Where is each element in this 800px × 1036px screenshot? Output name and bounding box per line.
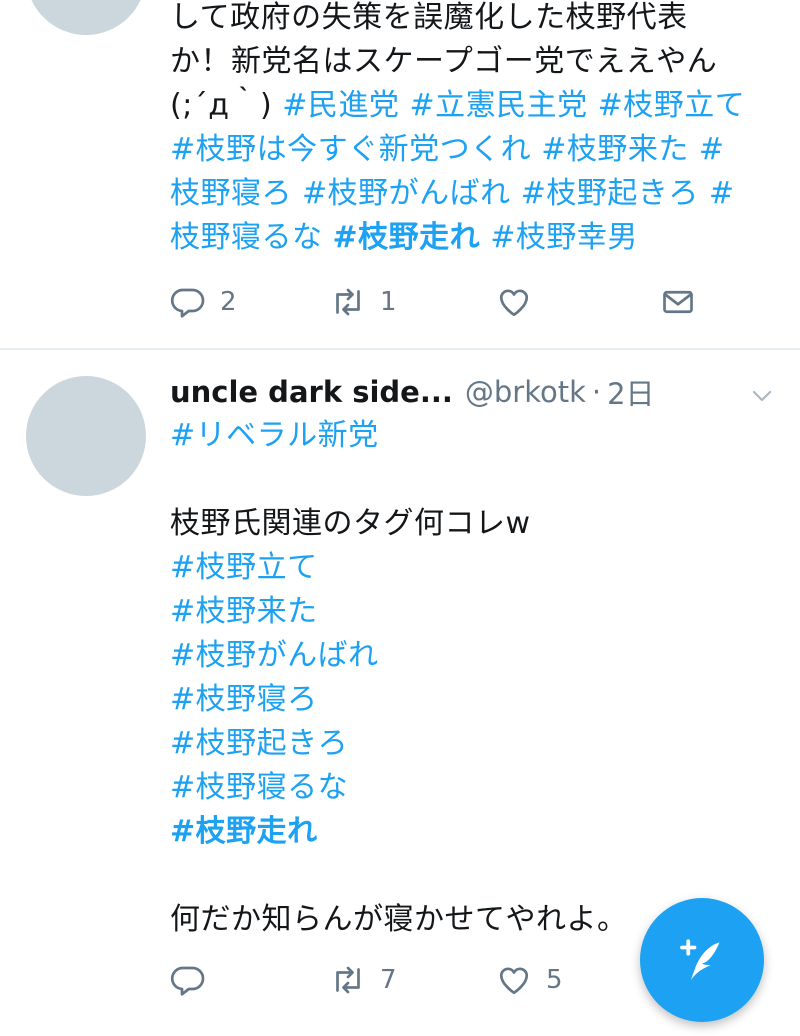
- hashtag-link[interactable]: #枝野立て: [170, 550, 318, 585]
- avatar[interactable]: [26, 0, 146, 35]
- retweet-button[interactable]: 7: [330, 956, 397, 1004]
- hashtag-link[interactable]: #枝野起きろ: [521, 176, 699, 211]
- text-line: 枝野寝ろ #枝野がんばれ #枝野起きろ #: [170, 172, 772, 216]
- reply-icon: [170, 288, 205, 318]
- hashtag-link[interactable]: #枝野起きろ: [170, 726, 348, 761]
- text-segment: [511, 176, 521, 211]
- retweet-icon: [336, 288, 360, 316]
- text-segment: [480, 220, 490, 255]
- hashtag-link[interactable]: #枝野は今すぐ新党つくれ: [170, 132, 531, 167]
- text-segment: [588, 88, 598, 123]
- hashtag-link[interactable]: #枝野来た: [170, 594, 318, 629]
- text-line: 枝野氏関連のタグ何コレw: [170, 502, 772, 546]
- reply-button[interactable]: [170, 956, 220, 1004]
- text-line: #枝野寝るな: [170, 766, 772, 810]
- hashtag-link[interactable]: #: [699, 132, 725, 167]
- direct-message-button[interactable]: [660, 278, 696, 326]
- hashtag-link[interactable]: #枝野立て: [598, 88, 746, 123]
- tweet-1[interactable]: して政府の失策を誤魔化した枝野代表 か！新党名はスケープゴー党でええやん (;´д｀…: [0, 0, 800, 350]
- tweet-text: して政府の失策を誤魔化した枝野代表 か！新党名はスケープゴー党でええやん (;´д｀…: [170, 0, 772, 260]
- hashtag-link[interactable]: 枝野寝ろ: [170, 176, 292, 211]
- retweet-icon: [336, 966, 360, 994]
- text-segment: か！新党名はスケープゴー党でええやん: [170, 44, 718, 79]
- hashtag-link[interactable]: #枝野来た: [541, 132, 689, 167]
- envelope-icon: [663, 290, 693, 314]
- text-line: #枝野起きろ: [170, 722, 772, 766]
- retweet-count: 1: [380, 287, 397, 317]
- timestamp[interactable]: 2日: [607, 371, 654, 413]
- hashtag-link[interactable]: #枝野がんばれ: [170, 638, 379, 673]
- retweet-button[interactable]: 1: [330, 278, 397, 326]
- hashtag-link[interactable]: #立憲民主党: [409, 88, 587, 123]
- tweet-actions: 2 1: [170, 278, 730, 326]
- text-segment: [399, 88, 409, 123]
- hashtag-link[interactable]: #枝野走れ: [170, 814, 318, 849]
- avatar[interactable]: [26, 376, 146, 496]
- text-segment: [689, 132, 699, 167]
- text-line: 枝野寝るな #枝野走れ #枝野幸男: [170, 216, 772, 260]
- text-segment: [699, 176, 709, 211]
- reply-icon: [170, 966, 205, 996]
- tweet-text: #リベラル新党枝野氏関連のタグ何コレw #枝野立て #枝野来た #枝野がんばれ #枝野寝…: [170, 414, 772, 942]
- text-segment: 何だか知らんが寝かせてやれよ。: [170, 902, 628, 937]
- text-line: か！新党名はスケープゴー党でええやん: [170, 40, 772, 84]
- hashtag-link[interactable]: #枝野幸男: [490, 220, 638, 255]
- hashtag-link[interactable]: #枝野走れ: [333, 220, 481, 255]
- display-name[interactable]: uncle dark side...: [170, 375, 453, 409]
- heart-icon: [499, 289, 529, 317]
- separator: ·: [591, 375, 602, 409]
- tweet-header: uncle dark side... @brkotk · 2日: [170, 372, 772, 412]
- like-button[interactable]: [496, 278, 546, 326]
- reply-count: 2: [220, 287, 237, 317]
- text-line: #枝野来た: [170, 590, 772, 634]
- text-line: (;´д｀) #民進党 #立憲民主党 #枝野立て: [170, 84, 772, 128]
- text-line: #枝野立て: [170, 546, 772, 590]
- text-line: #枝野がんばれ: [170, 634, 772, 678]
- like-count: 5: [546, 965, 563, 995]
- tweet-menu-button[interactable]: [750, 384, 774, 408]
- hashtag-link[interactable]: #枝野寝るな: [170, 770, 348, 805]
- text-segment: (;´д｀): [170, 88, 283, 123]
- text-line: #枝野走れ: [170, 810, 772, 854]
- text-segment: [531, 132, 541, 167]
- hashtag-link[interactable]: 枝野寝るな: [170, 220, 323, 255]
- text-line: #リベラル新党: [170, 414, 772, 458]
- reply-button[interactable]: 2: [170, 278, 237, 326]
- retweet-count: 7: [380, 965, 397, 995]
- text-segment: [292, 176, 302, 211]
- text-line: して政府の失策を誤魔化した枝野代表: [170, 0, 772, 40]
- hashtag-link[interactable]: #: [709, 176, 735, 211]
- text-segment: [323, 220, 333, 255]
- hashtag-link[interactable]: #リベラル新党: [170, 418, 379, 453]
- chevron-down-icon: [752, 390, 772, 402]
- compose-tweet-button[interactable]: [640, 898, 764, 1022]
- heart-icon: [499, 967, 529, 995]
- hashtag-link[interactable]: #民進党: [282, 88, 399, 123]
- hashtag-link[interactable]: #枝野がんばれ: [302, 176, 511, 211]
- text-line: #枝野寝ろ: [170, 678, 772, 722]
- text-segment: して政府の失策を誤魔化した枝野代表: [170, 0, 688, 35]
- text-segment: 枝野氏関連のタグ何コレw: [170, 506, 531, 541]
- like-button[interactable]: 5: [496, 956, 563, 1004]
- text-line: #枝野は今すぐ新党つくれ #枝野来た #: [170, 128, 772, 172]
- hashtag-link[interactable]: #枝野寝ろ: [170, 682, 318, 717]
- compose-tweet-icon: [680, 939, 720, 980]
- user-handle[interactable]: @brkotk: [465, 375, 586, 409]
